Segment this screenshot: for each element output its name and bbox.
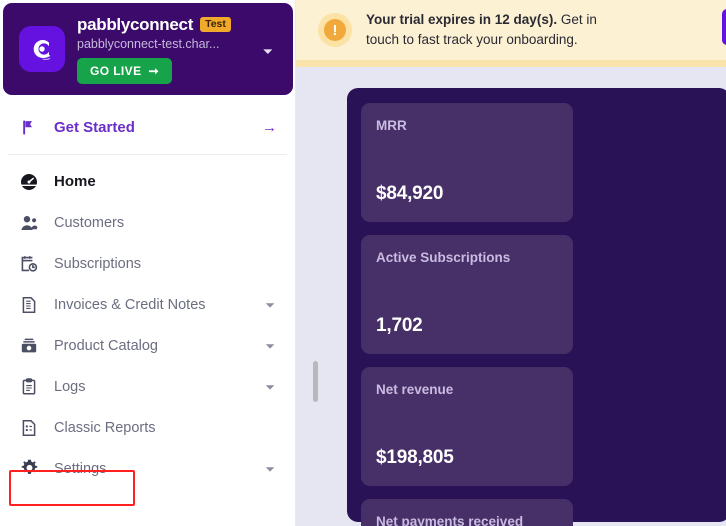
chevron-down-icon[interactable]: ⏷ bbox=[265, 463, 277, 475]
vertical-scrollbar-thumb[interactable] bbox=[313, 361, 318, 402]
brand-card[interactable]: pabblyconnect Test pabblyconnect-test.ch… bbox=[3, 3, 293, 95]
sidebar-item-product-catalog[interactable]: Product Catalog ⏷ bbox=[0, 325, 295, 366]
chargebee-logo-icon bbox=[19, 26, 65, 72]
gear-icon bbox=[20, 459, 44, 478]
sidebar-item-logs[interactable]: Logs ⏷ bbox=[0, 366, 295, 407]
flag-icon bbox=[20, 119, 44, 136]
reports-icon bbox=[20, 419, 44, 437]
go-live-button[interactable]: GO LIVE ➞ bbox=[77, 57, 172, 84]
trial-banner-bold: Your trial expires in 12 day(s). bbox=[366, 12, 558, 28]
sidebar-item-label: Subscriptions bbox=[54, 255, 142, 272]
stat-value-row: 1,702 bbox=[376, 315, 558, 337]
stat-card-net-payments-received[interactable]: Net payments received $194,800 bbox=[361, 499, 573, 526]
brand-name: pabblyconnect bbox=[77, 14, 194, 34]
trial-banner-text: Your trial expires in 12 day(s). Get in … bbox=[366, 10, 616, 49]
sidebar-item-label: Classic Reports bbox=[54, 419, 156, 436]
trial-banner-cta-button[interactable] bbox=[722, 9, 726, 45]
stat-label: Active Subscriptions bbox=[376, 250, 511, 265]
brand-site-url: pabblyconnect-test.char... bbox=[77, 36, 220, 51]
sidebar-item-label: Invoices & Credit Notes bbox=[54, 296, 206, 313]
sidebar: pabblyconnect Test pabblyconnect-test.ch… bbox=[0, 0, 296, 526]
brand-env-badge: Test bbox=[200, 16, 231, 33]
subscriptions-icon bbox=[20, 255, 44, 273]
vertical-scrollbar[interactable] bbox=[310, 67, 322, 526]
sidebar-nav: Get Started → Home Customers Subscriptio… bbox=[0, 104, 295, 489]
sidebar-item-customers[interactable]: Customers bbox=[0, 202, 295, 243]
stat-value: 1,702 bbox=[376, 315, 423, 336]
trial-banner: ! Your trial expires in 12 day(s). Get i… bbox=[296, 0, 726, 67]
sidebar-item-label: Get Started bbox=[54, 118, 135, 136]
nav-divider bbox=[8, 154, 287, 155]
sidebar-item-label: Logs bbox=[54, 378, 86, 395]
stat-card-active-subscriptions[interactable]: Active Subscriptions 1,702 bbox=[361, 235, 573, 354]
stat-label: MRR bbox=[376, 118, 407, 133]
sidebar-item-label: Home bbox=[54, 173, 96, 190]
sidebar-item-invoices-credit-notes[interactable]: Invoices & Credit Notes ⏷ bbox=[0, 284, 295, 325]
chevron-down-icon[interactable]: ⏷ bbox=[265, 381, 277, 393]
main-content: ! Your trial expires in 12 day(s). Get i… bbox=[296, 0, 726, 526]
sidebar-item-subscriptions[interactable]: Subscriptions bbox=[0, 243, 295, 284]
stat-label: Net payments received bbox=[376, 514, 524, 526]
sidebar-item-classic-reports[interactable]: Classic Reports bbox=[0, 407, 295, 448]
alert-exclamation-glyph: ! bbox=[324, 19, 346, 41]
go-live-label: GO LIVE bbox=[90, 63, 142, 78]
metrics-panel: MRR $84,920 Active Subscriptions 1,702 N… bbox=[347, 88, 726, 526]
sidebar-item-label: Customers bbox=[54, 214, 125, 231]
chevron-down-icon[interactable]: ⏷ bbox=[263, 45, 273, 58]
chevron-down-icon[interactable]: ⏷ bbox=[265, 299, 277, 311]
product-catalog-icon bbox=[20, 337, 44, 355]
stat-value-row: $84,920 bbox=[376, 183, 558, 205]
app-root: pabblyconnect Test pabblyconnect-test.ch… bbox=[0, 0, 726, 526]
arrow-right-icon: ➞ bbox=[148, 63, 159, 78]
sidebar-item-get-started[interactable]: Get Started → bbox=[0, 104, 295, 150]
sidebar-item-home[interactable]: Home bbox=[0, 161, 295, 202]
customers-icon bbox=[20, 214, 44, 232]
stat-label: Net revenue bbox=[376, 382, 454, 397]
stat-card-mrr[interactable]: MRR $84,920 bbox=[361, 103, 573, 222]
logs-icon bbox=[20, 377, 44, 396]
stat-card-net-revenue[interactable]: Net revenue $198,805 bbox=[361, 367, 573, 486]
sidebar-item-settings[interactable]: Settings ⏷ bbox=[0, 448, 295, 489]
alert-exclamation-icon: ! bbox=[318, 13, 352, 47]
brand-title-row: pabblyconnect Test bbox=[77, 15, 283, 35]
brand-texts: pabblyconnect Test pabblyconnect-test.ch… bbox=[77, 15, 283, 84]
stat-value-row: $198,805 bbox=[376, 447, 558, 469]
sidebar-item-label: Product Catalog bbox=[54, 337, 158, 354]
stat-value: $198,805 bbox=[376, 447, 454, 468]
chevron-down-icon[interactable]: ⏷ bbox=[265, 340, 277, 352]
dashboard-icon bbox=[20, 173, 44, 191]
stat-value: $84,920 bbox=[376, 183, 444, 204]
invoice-icon bbox=[20, 296, 44, 314]
metrics-card-grid: MRR $84,920 Active Subscriptions 1,702 N… bbox=[361, 103, 726, 526]
sidebar-item-label: Settings bbox=[54, 460, 107, 477]
arrow-right-icon[interactable]: → bbox=[262, 120, 277, 135]
